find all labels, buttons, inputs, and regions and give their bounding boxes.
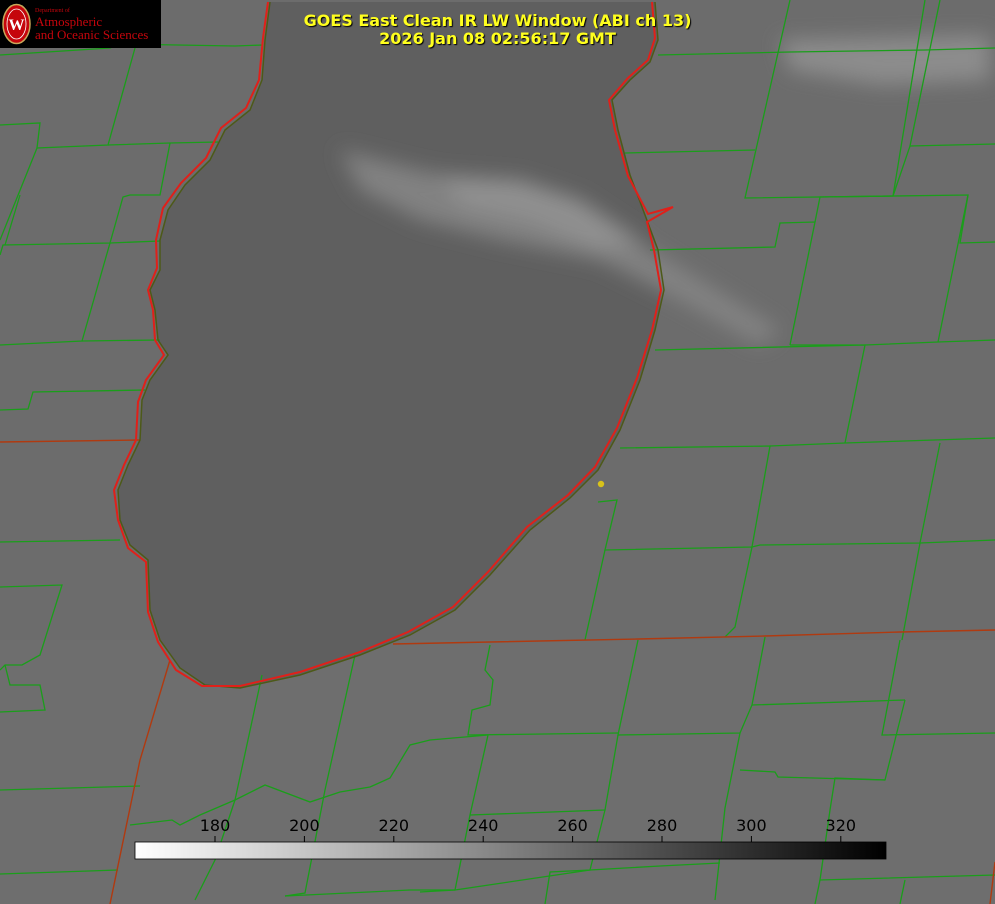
ir-satellite-map: [0, 0, 995, 904]
ir-background-lower: [0, 640, 995, 904]
logo-line-2: and Oceanic Sciences: [35, 27, 149, 42]
svg-text:W: W: [9, 17, 25, 34]
uw-seal-icon: W: [2, 3, 31, 45]
satellite-image-viewer: 180 200 220 240 260 280 300 320 GOES East Clean…: [0, 0, 995, 904]
station-marker: [597, 480, 605, 488]
aos-logo: W Department of Atmospheric and Oceanic …: [0, 0, 161, 48]
